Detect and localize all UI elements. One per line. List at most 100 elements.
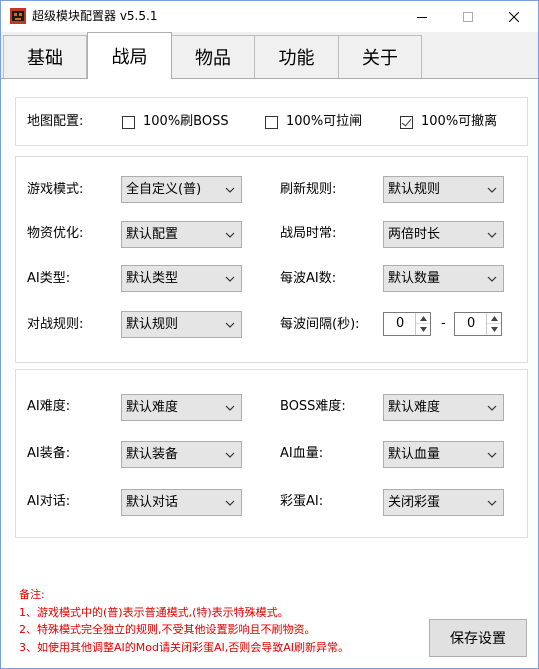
window-title: 超级模块配置器 v5.5.1 <box>32 9 158 23</box>
tab-basic[interactable]: 基础 <box>3 35 87 78</box>
match-time-select[interactable]: 两倍时长 <box>383 221 504 248</box>
minimize-button[interactable] <box>399 1 445 32</box>
tab-functions[interactable]: 功能 <box>254 35 339 78</box>
wave-interval-max-spinner[interactable]: 0 <box>454 312 502 336</box>
game-mode-select[interactable]: 全自定义(普) <box>121 176 242 203</box>
chevron-down-icon <box>225 405 235 411</box>
checkbox-boss-spawn[interactable]: 100%刷BOSS <box>122 113 229 131</box>
wave-interval-min-spinner[interactable]: 0 <box>383 312 431 336</box>
save-settings-button[interactable]: 保存设置 <box>429 619 527 657</box>
ai-type-select[interactable]: 默认类型 <box>121 265 242 292</box>
checkbox-label: 100%可拉闸 <box>286 114 363 129</box>
spinner-down-button[interactable] <box>416 324 430 335</box>
game-settings-group: 游戏模式: 全自定义(普) 刷新规则: 默认规则 物资优化: 默认配置 战局时常… <box>15 156 528 363</box>
chevron-down-icon <box>487 452 497 458</box>
checkbox-extract[interactable]: 100%可撤离 <box>400 113 497 131</box>
chevron-down-icon <box>225 322 235 328</box>
refresh-rule-value: 默认规则 <box>388 182 441 197</box>
ai-per-wave-select[interactable]: 默认数量 <box>383 265 504 292</box>
spinner-up-button[interactable] <box>487 313 501 324</box>
map-config-group: 地图配置: 100%刷BOSS 100%可拉闸 100%可撤离 <box>15 97 528 146</box>
chevron-down-icon <box>487 405 497 411</box>
close-icon <box>509 11 519 22</box>
ai-dialog-value: 默认对话 <box>126 495 179 510</box>
wave-interval-label: 每波间隔(秒): <box>280 317 360 332</box>
note-line: 2、特殊模式完全独立的规则,不受其他设置影响且不刷物资。 <box>19 623 316 636</box>
app-logo-icon <box>10 8 26 24</box>
easter-ai-label: 彩蛋AI: <box>280 494 324 509</box>
easter-ai-select[interactable]: 关闭彩蛋 <box>383 489 504 516</box>
ai-type-label: AI类型: <box>27 271 71 286</box>
checkbox-label: 100%可撤离 <box>421 114 498 129</box>
checkbox-label: 100%刷BOSS <box>143 114 229 129</box>
easter-ai-value: 关闭彩蛋 <box>388 495 441 510</box>
checkbox-pull-switch[interactable]: 100%可拉闸 <box>265 113 362 131</box>
game-mode-label: 游戏模式: <box>27 182 84 197</box>
match-time-label: 战局时常: <box>280 226 337 241</box>
spinner-value: 0 <box>396 316 405 331</box>
range-separator: - <box>441 316 446 331</box>
notes-section: 备注: 1、游戏模式中的(普)表示普通模式,(特)表示特殊模式。 2、特殊模式完… <box>19 586 349 656</box>
ai-gear-label: AI装备: <box>27 446 71 461</box>
tab-items[interactable]: 物品 <box>171 35 255 78</box>
spinner-buttons <box>415 313 430 335</box>
supply-opt-select[interactable]: 默认配置 <box>121 221 242 248</box>
chevron-down-icon <box>487 500 497 506</box>
battle-rule-value: 默认规则 <box>126 317 179 332</box>
supply-opt-value: 默认配置 <box>126 227 179 242</box>
ai-dialog-label: AI对话: <box>27 494 71 509</box>
spinner-down-button[interactable] <box>487 324 501 335</box>
game-mode-value: 全自定义(普) <box>126 182 202 197</box>
notes-title: 备注: <box>19 588 45 601</box>
ai-settings-group: AI难度: 默认难度 BOSS难度: 默认难度 AI装备: 默认装备 AI血量:… <box>15 369 528 538</box>
spinner-up-button[interactable] <box>416 313 430 324</box>
spinner-buttons <box>486 313 501 335</box>
tab-strip: 基础 战局 物品 功能 关于 <box>1 32 538 79</box>
battle-rule-select[interactable]: 默认规则 <box>121 311 242 338</box>
checkbox-box <box>265 115 278 129</box>
close-button[interactable] <box>491 1 537 32</box>
tab-battle[interactable]: 战局 <box>87 32 172 79</box>
app-window: 超级模块配置器 v5.5.1 基础 战局 物品 功能 关于 地图配置: 100%… <box>0 0 539 669</box>
boss-difficulty-label: BOSS难度: <box>280 399 346 414</box>
chevron-down-icon <box>487 187 497 193</box>
note-line: 3、如使用其他调整AI的Mod请关闭彩蛋AI,否则会导致AI刷新异常。 <box>19 640 350 654</box>
arrow-down-icon <box>490 327 498 332</box>
maximize-button[interactable] <box>445 1 491 32</box>
ai-hp-label: AI血量: <box>280 446 324 461</box>
minimize-icon <box>417 16 427 18</box>
maximize-icon <box>463 11 473 22</box>
match-time-value: 两倍时长 <box>388 227 441 242</box>
checkbox-box-checked <box>400 115 413 129</box>
chevron-down-icon <box>225 232 235 238</box>
ai-difficulty-select[interactable]: 默认难度 <box>121 394 242 421</box>
chevron-down-icon <box>225 500 235 506</box>
tab-content-battle: 地图配置: 100%刷BOSS 100%可拉闸 100%可撤离 游戏模式: 全自… <box>1 78 538 668</box>
boss-difficulty-value: 默认难度 <box>388 400 441 415</box>
ai-difficulty-value: 默认难度 <box>126 400 179 415</box>
arrow-up-icon <box>419 315 427 321</box>
ai-hp-value: 默认血量 <box>388 447 441 462</box>
battle-rule-label: 对战规则: <box>27 317 84 332</box>
supply-opt-label: 物资优化: <box>27 226 84 241</box>
title-bar: 超级模块配置器 v5.5.1 <box>1 1 538 32</box>
arrow-up-icon <box>490 315 498 321</box>
note-line: 1、游戏模式中的(普)表示普通模式,(特)表示特殊模式。 <box>19 605 289 619</box>
chevron-down-icon <box>225 187 235 193</box>
ai-dialog-select[interactable]: 默认对话 <box>121 489 242 516</box>
refresh-rule-label: 刷新规则: <box>280 182 337 197</box>
ai-gear-select[interactable]: 默认装备 <box>121 441 242 468</box>
checkbox-box <box>122 115 135 129</box>
tab-about[interactable]: 关于 <box>338 35 422 78</box>
boss-difficulty-select[interactable]: 默认难度 <box>383 394 504 421</box>
ai-difficulty-label: AI难度: <box>27 399 71 414</box>
ai-hp-select[interactable]: 默认血量 <box>383 441 504 468</box>
chevron-down-icon <box>487 276 497 282</box>
chevron-down-icon <box>225 452 235 458</box>
chevron-down-icon <box>225 276 235 282</box>
arrow-down-icon <box>419 327 427 332</box>
refresh-rule-select[interactable]: 默认规则 <box>383 176 504 203</box>
chevron-down-icon <box>487 232 497 238</box>
ai-per-wave-label: 每波AI数: <box>280 271 337 286</box>
ai-per-wave-value: 默认数量 <box>388 271 441 286</box>
